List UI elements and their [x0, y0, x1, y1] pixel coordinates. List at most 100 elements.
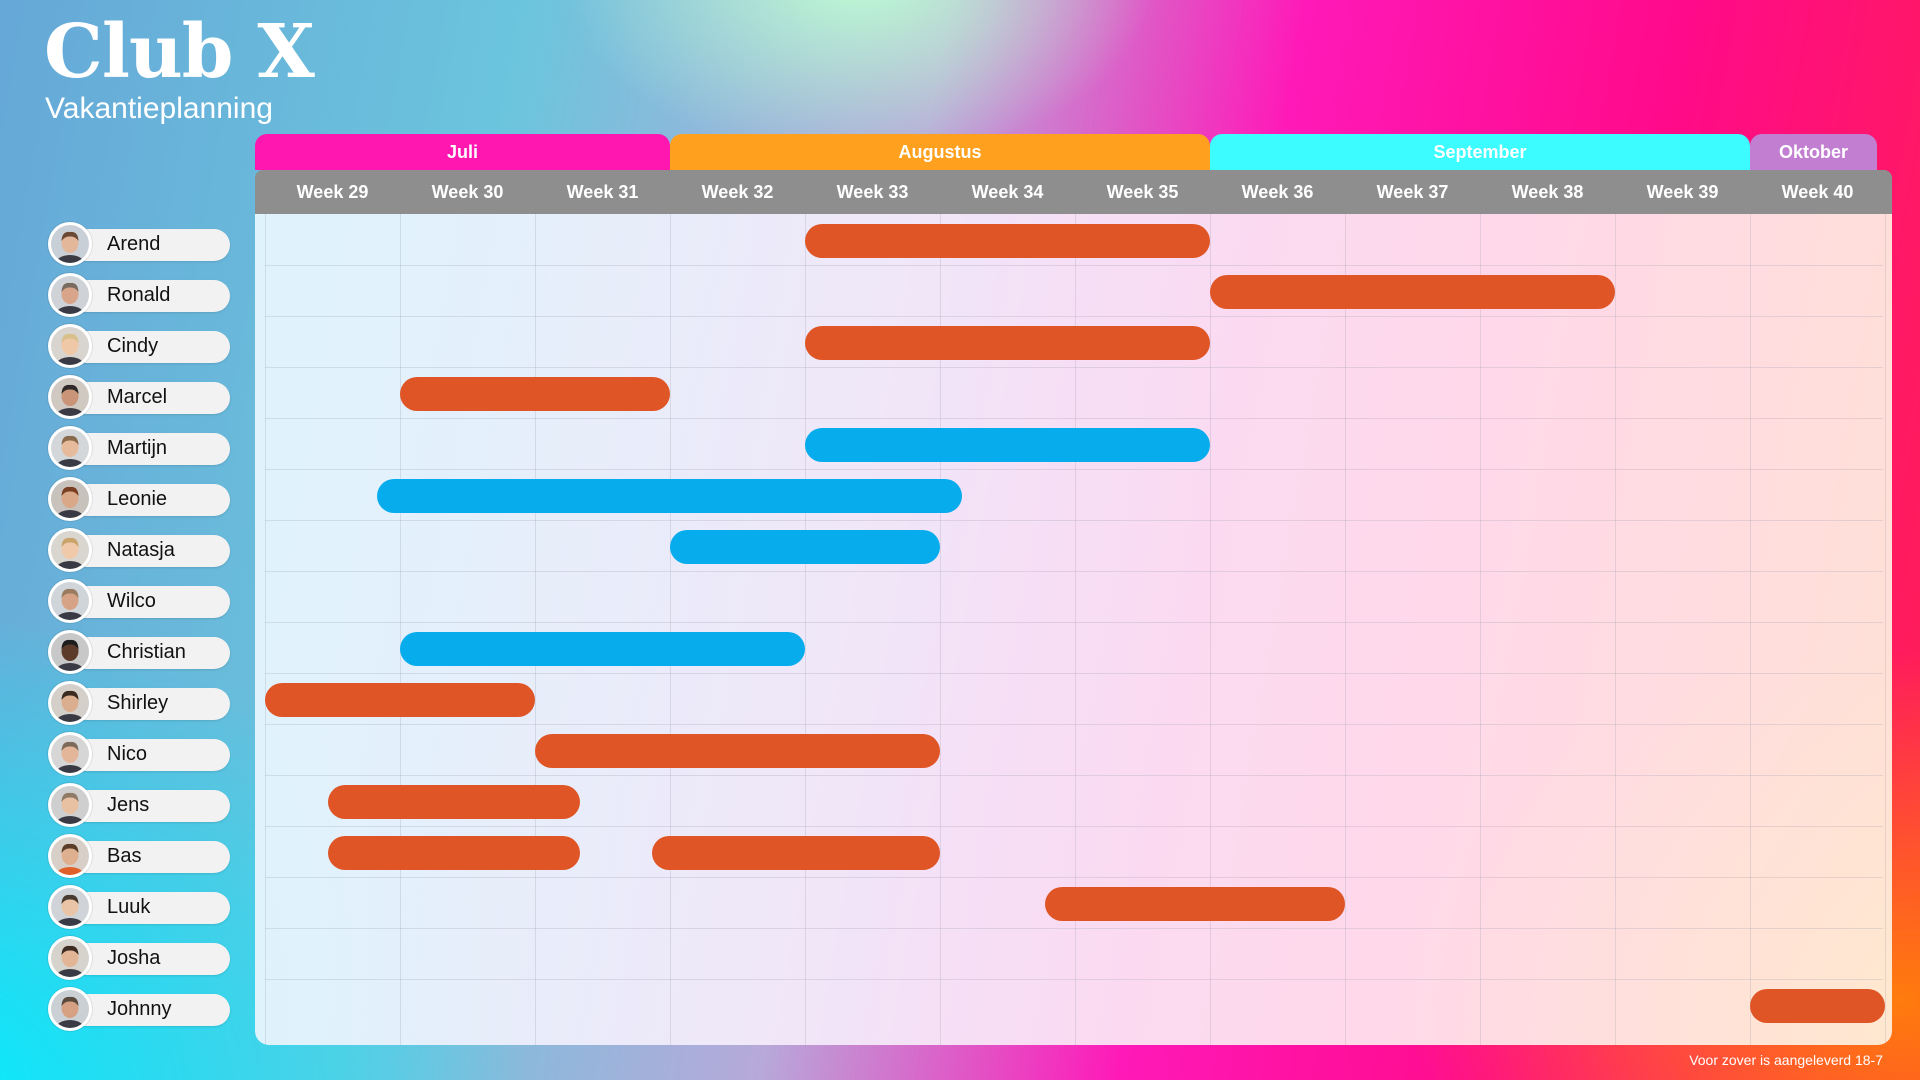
grid-column-line — [1615, 214, 1616, 1045]
grid-row-line — [265, 418, 1883, 419]
person-photo-icon — [51, 633, 89, 671]
person-name: Shirley — [107, 692, 169, 714]
vacation-bar[interactable] — [265, 683, 535, 717]
person-row-johnny[interactable]: Johnny — [48, 987, 232, 1031]
grid-row-line — [265, 367, 1883, 368]
person-photo-icon — [51, 888, 89, 926]
grid-column-line — [1750, 214, 1751, 1045]
person-name: Martijn — [107, 437, 168, 459]
person-photo-icon — [51, 276, 89, 314]
person-name: Bas — [107, 845, 142, 867]
vacation-bar[interactable] — [328, 836, 580, 870]
week-label: Week 29 — [296, 181, 369, 202]
person-name: Natasja — [107, 539, 175, 561]
week-label: Week 35 — [1106, 181, 1179, 202]
person-name: Leonie — [107, 488, 168, 510]
grid-column-line — [1345, 214, 1346, 1045]
grid-row-line — [265, 826, 1883, 827]
grid-column-line — [1480, 214, 1481, 1045]
month-augustus: Augustus — [670, 134, 1210, 170]
week-label: Week 32 — [701, 181, 774, 202]
person-row-luuk[interactable]: Luuk — [48, 885, 232, 929]
person-row-shirley[interactable]: Shirley — [48, 681, 232, 725]
week-label: Week 36 — [1241, 181, 1314, 202]
grid-row-line — [265, 265, 1883, 266]
person-row-bas[interactable]: Bas — [48, 834, 232, 878]
avatar — [48, 477, 92, 521]
avatar — [48, 579, 92, 623]
person-row-ronald[interactable]: Ronald — [48, 273, 232, 317]
person-row-cindy[interactable]: Cindy — [48, 324, 232, 368]
vacation-bar[interactable] — [805, 224, 1210, 258]
person-photo-icon — [51, 786, 89, 824]
grid-row-line — [265, 928, 1883, 929]
person-row-wilco[interactable]: Wilco — [48, 579, 232, 623]
grid-row-line — [265, 622, 1883, 623]
avatar — [48, 681, 92, 725]
person-name: Johnny — [107, 998, 172, 1020]
avatar — [48, 834, 92, 878]
vacation-bar[interactable] — [805, 326, 1210, 360]
avatar — [48, 732, 92, 776]
avatar — [48, 222, 92, 266]
grid-column-line — [265, 214, 266, 1045]
vacation-bar[interactable] — [400, 632, 805, 666]
person-photo-icon — [51, 378, 89, 416]
week-label: Week 30 — [431, 181, 504, 202]
avatar — [48, 375, 92, 419]
grid-row-line — [265, 520, 1883, 521]
person-row-jens[interactable]: Jens — [48, 783, 232, 827]
grid-row-line — [265, 724, 1883, 725]
vacation-bar[interactable] — [1045, 887, 1345, 921]
schedule-grid — [255, 214, 1892, 1045]
person-name: Marcel — [107, 386, 168, 408]
vacation-bar[interactable] — [652, 836, 940, 870]
week-label: Week 39 — [1646, 181, 1719, 202]
name-pill — [70, 790, 230, 822]
avatar — [48, 936, 92, 980]
person-row-leonie[interactable]: Leonie — [48, 477, 232, 521]
person-name: Josha — [107, 947, 161, 969]
avatar — [48, 324, 92, 368]
page-title: Club X — [44, 9, 315, 95]
month-juli: Juli — [255, 134, 670, 170]
person-row-nico[interactable]: Nico — [48, 732, 232, 776]
week-label: Week 31 — [566, 181, 639, 202]
vacation-bar[interactable] — [377, 479, 962, 513]
week-label: Week 37 — [1376, 181, 1449, 202]
vacation-bar[interactable] — [805, 428, 1210, 462]
grid-column-line — [400, 214, 401, 1045]
person-row-martijn[interactable]: Martijn — [48, 426, 232, 470]
avatar — [48, 273, 92, 317]
grid-column-line — [535, 214, 536, 1045]
person-row-christian[interactable]: Christian — [48, 630, 232, 674]
week-header: Week 29 Week 30 Week 31 Week 32 Week 33 Week … — [255, 170, 1892, 214]
person-photo-icon — [51, 225, 89, 263]
person-name: Christian — [107, 641, 186, 663]
grid-row-line — [265, 316, 1883, 317]
avatar — [48, 987, 92, 1031]
person-row-josha[interactable]: Josha — [48, 936, 232, 980]
grid-row-line — [265, 877, 1883, 878]
person-photo-icon — [51, 684, 89, 722]
person-row-marcel[interactable]: Marcel — [48, 375, 232, 419]
person-photo-icon — [51, 735, 89, 773]
person-name: Ronald — [107, 284, 171, 306]
vacation-bar[interactable] — [1750, 989, 1885, 1023]
person-photo-icon — [51, 327, 89, 365]
person-photo-icon — [51, 837, 89, 875]
person-row-natasja[interactable]: Natasja — [48, 528, 232, 572]
vacation-bar[interactable] — [670, 530, 940, 564]
month-header: Juli Augustus September Oktober — [255, 134, 1892, 170]
week-label: Week 38 — [1511, 181, 1584, 202]
week-label: Week 40 — [1781, 181, 1854, 202]
vacation-bar[interactable] — [400, 377, 670, 411]
avatar — [48, 783, 92, 827]
name-pill — [70, 841, 230, 873]
vacation-bar[interactable] — [1210, 275, 1615, 309]
person-row-arend[interactable]: Arend — [48, 222, 232, 266]
person-name: Luuk — [107, 896, 151, 918]
vacation-bar[interactable] — [328, 785, 580, 819]
name-pill — [70, 739, 230, 771]
vacation-bar[interactable] — [535, 734, 940, 768]
